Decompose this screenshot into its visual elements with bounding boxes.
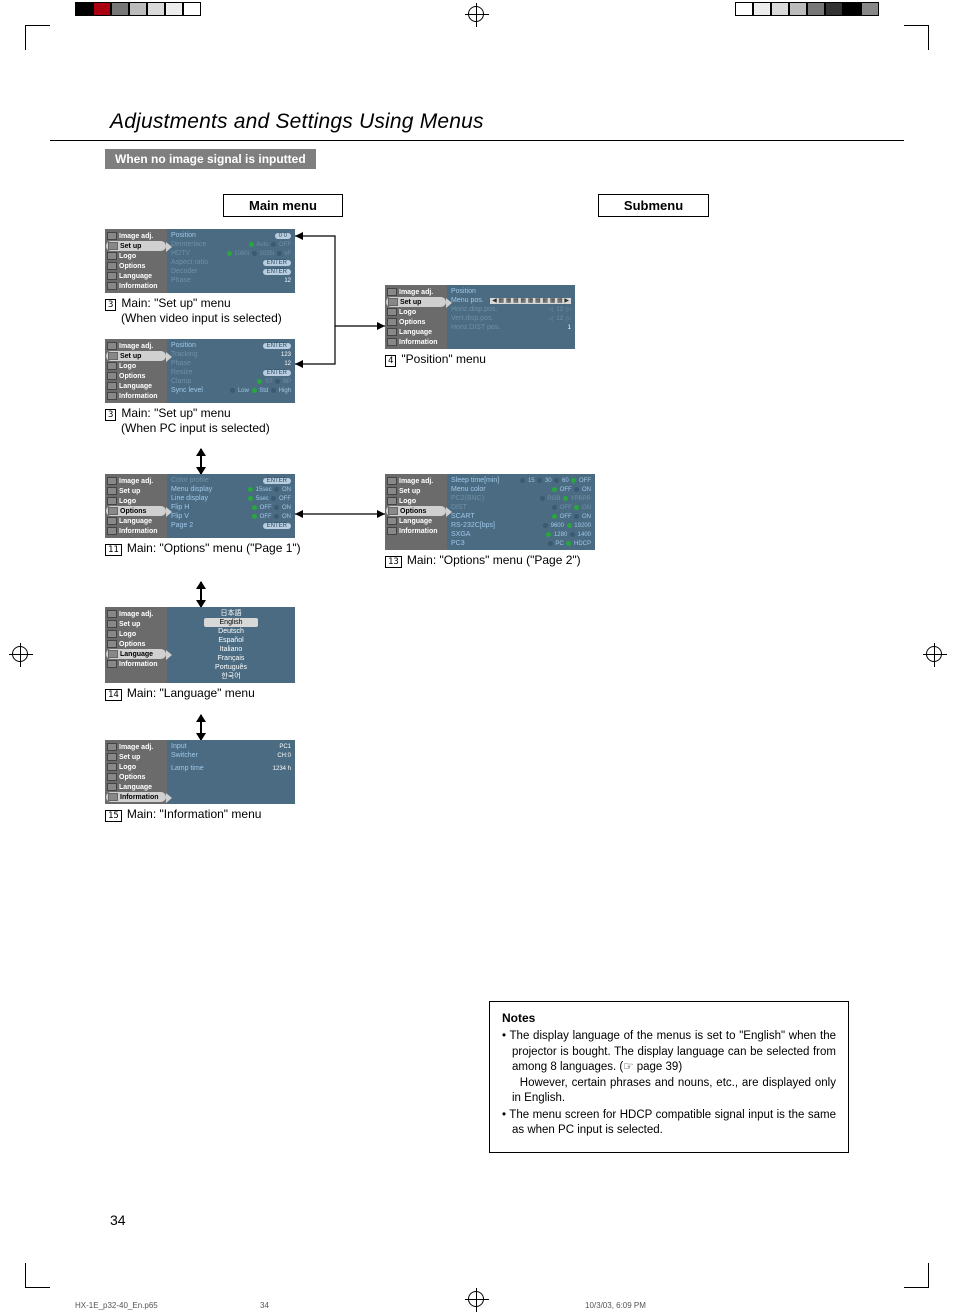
double-arrow-icon (195, 715, 207, 740)
color-swatch-bar (735, 2, 879, 16)
menu-options-2: Image adj.Set upLogoOptionsLanguageInfor… (385, 474, 595, 550)
caption-options-1: 11Main: "Options" menu ("Page 1") (105, 541, 335, 556)
menu-setup-video: Image adj.Set upLogoOptionsLanguageInfor… (105, 229, 295, 293)
registration-mark-icon (468, 1291, 484, 1307)
caption-setup-pc: 3Main: "Set up" menu (When PC input is s… (105, 406, 335, 435)
footer-file: HX-1E_p32-40_En.p65 (75, 1301, 158, 1310)
caption-language: 14Main: "Language" menu (105, 686, 849, 701)
footer-timestamp: 10/3/03, 6:09 PM (585, 1301, 646, 1310)
footer-page: 34 (260, 1301, 269, 1310)
caption-information: 15Main: "Information" menu (105, 807, 849, 822)
notes-box: Notes • The display language of the menu… (489, 1001, 849, 1153)
page-number: 34 (110, 1212, 126, 1228)
submenu-label: Submenu (598, 194, 709, 217)
section-header: When no image signal is inputted (105, 149, 316, 169)
menu-language: Image adj.Set upLogoOptionsLanguageInfor… (105, 607, 295, 683)
main-menu-label: Main menu (223, 194, 343, 217)
page-title: Adjustments and Settings Using Menus (50, 60, 904, 141)
registration-mark-icon (926, 646, 942, 662)
menu-setup-pc: Image adj.Set upLogoOptionsLanguageInfor… (105, 339, 295, 403)
color-swatch-bar (75, 2, 201, 16)
caption-options-2: 13Main: "Options" menu ("Page 2") (385, 553, 595, 568)
menu-position: Image adj.Set upLogoOptionsLanguageInfor… (385, 285, 575, 349)
caption-setup-video: 3Main: "Set up" menu (When video input i… (105, 296, 335, 325)
double-arrow-icon (195, 582, 207, 607)
double-arrow-icon (195, 449, 207, 474)
registration-mark-icon (12, 646, 28, 662)
menu-information: Image adj.Set upLogoOptionsLanguageInfor… (105, 740, 295, 804)
registration-mark-icon (468, 6, 484, 22)
menu-options-1: Image adj.Set upLogoOptionsLanguageInfor… (105, 474, 295, 538)
caption-position: 4"Position" menu (385, 352, 575, 367)
